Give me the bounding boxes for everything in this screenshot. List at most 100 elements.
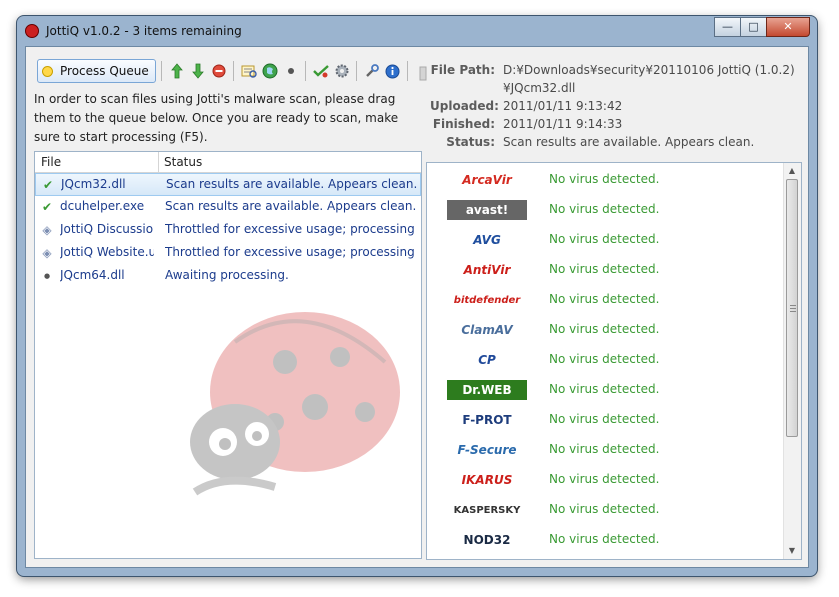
- window-controls: — □ ✕: [714, 17, 810, 37]
- file-name: JQcm32.dll: [61, 177, 126, 191]
- title-bar[interactable]: JottiQ v1.0.2 - 3 items remaining — □ ✕: [17, 16, 817, 46]
- scanner-logo: ClamAV: [461, 323, 513, 337]
- toolbar-separator: [304, 61, 306, 81]
- tag-icon: ◈: [42, 246, 52, 260]
- scanner-logo: CP: [478, 353, 496, 367]
- scanner-row: CP No virus detected.: [427, 345, 783, 375]
- file-name: dcuhelper.exe: [60, 199, 145, 213]
- scanner-logo: F-Secure: [457, 443, 517, 457]
- check-icon: ✔: [41, 200, 53, 214]
- scanner-row: F-Secure No virus detected.: [427, 435, 783, 465]
- bullet-icon[interactable]: [282, 61, 300, 81]
- scan-result: No virus detected.: [549, 532, 660, 546]
- file-path-value: D:¥Downloads¥security¥20110106 JottiQ (1…: [503, 63, 795, 77]
- scanner-logo: ArcaVir: [462, 173, 512, 187]
- column-status-header[interactable]: Status: [164, 155, 202, 169]
- instructions-text: In order to scan files using Jotti's mal…: [34, 92, 399, 144]
- tag-icon: ◈: [42, 223, 52, 237]
- move-down-icon[interactable]: [189, 61, 207, 81]
- bulb-icon: [42, 65, 53, 77]
- scan-result: No virus detected.: [549, 292, 660, 306]
- open-log-icon[interactable]: [240, 61, 258, 81]
- file-row[interactable]: ◈ JottiQ Website.u Throttled for excessive…: [35, 242, 421, 265]
- status-label: Status:: [446, 135, 495, 149]
- column-file-header[interactable]: File: [41, 155, 61, 169]
- scanner-logo: KASPERSKY: [453, 504, 521, 516]
- file-row[interactable]: ✔ JQcm32.dll Scan results are available. A…: [35, 173, 421, 196]
- finished-value: 2011/01/11 9:14:33: [503, 117, 623, 131]
- thumb-grip: [790, 305, 796, 306]
- scan-result: No virus detected.: [549, 442, 660, 456]
- check-all-icon[interactable]: [312, 61, 330, 81]
- scanner-logo: F-PROT: [462, 413, 512, 427]
- scanner-logo: IKARUS: [461, 473, 513, 487]
- ladybug-icon: [25, 24, 39, 38]
- toolbar-separator: [232, 61, 234, 81]
- client-area: Process Queue In order to scan files usi…: [25, 46, 809, 568]
- scan-result: No virus detected.: [549, 502, 660, 516]
- move-up-icon[interactable]: [168, 61, 186, 81]
- file-name: JQcm64.dll: [60, 268, 125, 282]
- finished-label: Finished:: [432, 117, 495, 131]
- scan-result: No virus detected.: [549, 202, 660, 216]
- scan-result: No virus detected.: [549, 172, 660, 186]
- status-value: Scan results are available. Appears clea…: [503, 135, 755, 149]
- tools-icon[interactable]: [363, 61, 381, 81]
- scan-result: No virus detected.: [549, 262, 660, 276]
- scanner-row: IKARUS No virus detected.: [427, 465, 783, 495]
- file-rows: ✔ JQcm32.dll Scan results are available. A…: [35, 173, 421, 288]
- app-window: JottiQ v1.0.2 - 3 items remaining — □ ✕ …: [17, 16, 817, 576]
- remove-icon[interactable]: [210, 61, 228, 81]
- scanner-logo: avast!: [447, 200, 527, 220]
- scan-result: No virus detected.: [549, 382, 660, 396]
- browse-web-icon[interactable]: [261, 61, 279, 81]
- scan-results-panel[interactable]: ArcaVir No virus detected. avast! No virus …: [426, 162, 802, 560]
- file-row[interactable]: ◈ JottiQ Discussio Throttled for excessive…: [35, 219, 421, 242]
- scroll-down-arrow[interactable]: ▼: [784, 543, 800, 559]
- toolbar-separator: [406, 61, 408, 81]
- scanner-row: KASPERSKY No virus detected.: [427, 495, 783, 525]
- scanner-logo: AVG: [473, 233, 501, 247]
- file-path-value-cont: ¥JQcm32.dll: [503, 81, 576, 95]
- scanner-row: bitdefender No virus detected.: [427, 285, 783, 315]
- file-status: Awaiting processing.: [165, 268, 289, 282]
- scan-result: No virus detected.: [549, 322, 660, 336]
- maximize-button[interactable]: □: [740, 17, 767, 37]
- process-queue-label: Process Queue: [60, 64, 149, 78]
- scan-result: No virus detected.: [549, 472, 660, 486]
- file-name: JottiQ Discussio: [60, 222, 154, 236]
- scanner-row: NOD32 No virus detected.: [427, 525, 783, 555]
- column-divider[interactable]: [158, 152, 159, 172]
- scanner-row: AntiVir No virus detected.: [427, 255, 783, 285]
- process-queue-button[interactable]: Process Queue: [37, 59, 156, 83]
- scanner-logo: NOD32: [463, 533, 511, 547]
- uploaded-value: 2011/01/11 9:13:42: [503, 99, 623, 113]
- scan-result: No virus detected.: [549, 232, 660, 246]
- scanner-row: ClamAV No virus detected.: [427, 315, 783, 345]
- scan-result: No virus detected.: [549, 412, 660, 426]
- file-name: JottiQ Website.u: [60, 245, 154, 259]
- close-button[interactable]: ✕: [766, 17, 810, 37]
- file-row[interactable]: ✔ dcuhelper.exe Scan results are available…: [35, 196, 421, 219]
- scanner-row: F-PROT No virus detected.: [427, 405, 783, 435]
- scanner-logo: bitdefender: [453, 294, 521, 306]
- info-icon[interactable]: [384, 61, 402, 81]
- scanner-row: ArcaVir No virus detected.: [427, 165, 783, 195]
- toolbar-separator: [160, 61, 162, 81]
- dot-icon: ●: [43, 272, 51, 280]
- settings-icon[interactable]: [333, 61, 351, 81]
- scanner-row: AVG No virus detected.: [427, 225, 783, 255]
- thumb-grip: [790, 308, 796, 309]
- toolbar: Process Queue: [37, 58, 432, 84]
- file-queue-list[interactable]: File Status ✔ JQcm32.dll Scan results are …: [34, 151, 422, 559]
- scroll-thumb[interactable]: [786, 179, 798, 437]
- toolbar-separator: [355, 61, 357, 81]
- results-scrollbar[interactable]: ▲ ▼: [783, 163, 801, 559]
- scroll-up-arrow[interactable]: ▲: [784, 163, 800, 179]
- file-path-label: File Path:: [430, 63, 495, 77]
- minimize-button[interactable]: —: [714, 17, 741, 37]
- ladybug-watermark: [190, 312, 400, 496]
- scanner-logo: AntiVir: [463, 263, 511, 277]
- file-row[interactable]: ● JQcm64.dll Awaiting processing.: [35, 265, 421, 288]
- scanner-row: Dr.WEB No virus detected.: [427, 375, 783, 405]
